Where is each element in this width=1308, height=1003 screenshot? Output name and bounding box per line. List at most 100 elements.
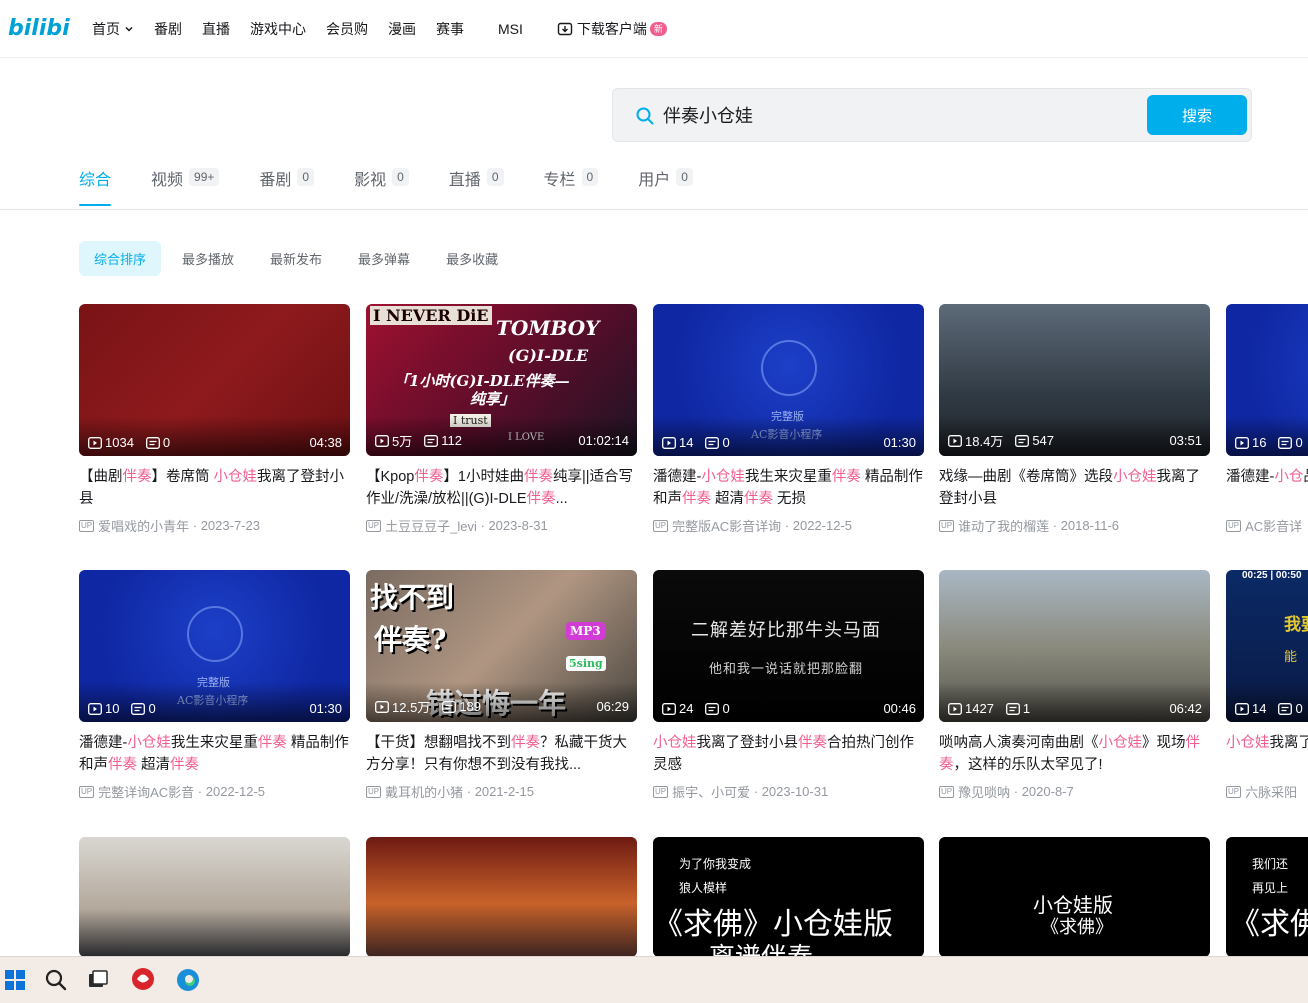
author-name[interactable]: 戴耳机的小猪 — [385, 782, 463, 801]
tab-video[interactable]: 视频 99+ — [151, 166, 220, 206]
video-title[interactable]: 小仓娃我离了段伴奏来啦 — [1226, 732, 1308, 776]
play-count-icon — [88, 436, 102, 449]
video-card[interactable]: 00:25 | 00:50 我要能 14 0 小仓娃我离了段伴奏来啦 UP六脉采阳 — [1226, 570, 1308, 801]
video-title[interactable]: 小仓娃我离了登封小县伴奏合拍热门创作灵感 — [653, 732, 925, 776]
video-thumbnail[interactable]: 1034 0 04:38 — [79, 304, 350, 456]
meta-separator: · — [463, 784, 475, 799]
video-card[interactable]: 小仓娃版 《求佛》 — [939, 837, 1211, 957]
video-title[interactable]: 【Kpop伴奏】1小时娃曲伴奏纯享||适合写作业/洗澡/放松||(G)I-DLE… — [366, 466, 638, 510]
task-view-icon[interactable] — [83, 965, 113, 995]
author-name[interactable]: 完整详询AC影音 — [98, 782, 194, 801]
sort-newest[interactable]: 最新发布 — [255, 241, 337, 276]
nav-game-center[interactable]: 游戏中心 — [250, 19, 306, 39]
taskbar-search-icon[interactable] — [41, 965, 71, 995]
nav-msi[interactable]: MSI — [498, 21, 523, 37]
nav-manga[interactable]: 漫画 — [388, 19, 416, 39]
publish-date: 2023-7-23 — [200, 518, 260, 533]
tab-all[interactable]: 综合 — [79, 166, 112, 206]
bilibili-logo[interactable]: bilibili — [8, 10, 70, 44]
author-name[interactable]: 六脉采阳 — [1245, 782, 1297, 801]
video-card[interactable]: 完整版AC影音小程序14001:30 潘德建-小仓娃我生来灾星重伴奏 精品制作和声… — [653, 304, 925, 535]
nav-anime[interactable]: 番剧 — [154, 19, 182, 39]
video-thumbnail[interactable] — [79, 837, 350, 957]
meta-separator: · — [194, 784, 206, 799]
video-thumbnail[interactable]: 1427 1 06:42 — [939, 570, 1210, 722]
video-thumbnail[interactable]: 小仓娃版 《求佛》 — [939, 837, 1210, 957]
thumbnail-text: 我们还 — [1252, 857, 1289, 871]
video-card[interactable]: 18.4万 547 03:51 戏缘—曲剧《卷席筒》选段小仓娃我离了登封小县 UP 谁动了… — [939, 304, 1211, 535]
tab-article[interactable]: 专栏 0 — [544, 166, 599, 206]
author-name[interactable]: 土豆豆豆子_levi — [385, 516, 477, 535]
video-thumbnail[interactable]: 我们还 再见上 《求佛 — [1226, 837, 1308, 957]
video-title[interactable]: 潘德建-小仓娃我生来灾星重伴奏 精品制作和声伴奏 超清伴奏 无损 — [653, 466, 925, 510]
nav-home[interactable]: 首页 — [92, 19, 134, 39]
tab-bangumi[interactable]: 番剧 0 — [259, 166, 315, 206]
thumbnail-text: 5sing — [566, 656, 606, 671]
video-card[interactable]: 为了你我变成狼人模样《求佛》小仓娃版离谱伴奏 — [653, 837, 925, 957]
up-icon: UP — [1226, 785, 1242, 798]
video-title[interactable]: 戏缘—曲剧《卷席筒》选段小仓娃我离了登封小县 — [939, 466, 1211, 510]
tab-film[interactable]: 影视 0 — [354, 166, 409, 206]
author-name[interactable]: 完整版AC影音详询 — [672, 516, 781, 535]
sort-default[interactable]: 综合排序 — [79, 241, 162, 276]
thumbnail-text: 他和我一说话就把那脸翻 — [709, 662, 864, 677]
video-title[interactable]: 【曲剧伴奏】卷席筒 小仓娃我离了登封小县 — [79, 466, 351, 510]
nav-esports[interactable]: 赛事 — [436, 19, 464, 39]
video-thumbnail[interactable]: 二解差好比那牛头马面 他和我一说话就把那脸翻 24 0 00:46 — [653, 570, 924, 722]
video-thumbnail[interactable]: I NEVER DiE TOMBOY (G)I-DLE 「1小时(G)I-DLE伴奏—… — [366, 304, 637, 456]
video-thumbnail[interactable] — [366, 837, 637, 957]
tab-live[interactable]: 直播 0 — [449, 166, 504, 206]
video-title[interactable]: 唢呐高人演奏河南曲剧《小仓娃》现场伴奏，这样的乐队太罕见了! — [939, 732, 1211, 776]
sort-most-favorites[interactable]: 最多收藏 — [431, 241, 513, 276]
play-count: 14 — [1235, 701, 1266, 716]
video-card[interactable] — [79, 837, 351, 957]
video-thumbnail[interactable]: 00:25 | 00:50 我要能 14 0 — [1226, 570, 1308, 722]
title-segment: 伴奏 — [744, 491, 774, 507]
video-card[interactable]: I NEVER DiE TOMBOY (G)I-DLE 「1小时(G)I-DLE伴奏—… — [366, 304, 638, 535]
video-thumbnail[interactable]: 为了你我变成狼人模样《求佛》小仓娃版离谱伴奏 — [653, 837, 924, 957]
video-meta: UP AC影音详 — [1226, 516, 1308, 535]
author-name[interactable]: 谁动了我的榴莲 — [958, 516, 1049, 535]
video-title[interactable]: 【干货】想翻唱找不到伴奏？私藏干货大方分享！只有你想不到没有我找... — [366, 732, 638, 776]
tab-user[interactable]: 用户 0 — [638, 166, 693, 206]
video-thumbnail[interactable]: 完整版AC影音小程序10001:30 — [79, 570, 350, 722]
search-button[interactable]: 搜索 — [1147, 95, 1247, 135]
tab-label: 影视 — [354, 172, 387, 189]
sort-most-danmaku[interactable]: 最多弹幕 — [343, 241, 425, 276]
sort-most-played[interactable]: 最多播放 — [167, 241, 249, 276]
video-card[interactable]: 1034 0 04:38 【曲剧伴奏】卷席筒 小仓娃我离了登封小县 UP 爱唱戏的小青年 … — [79, 304, 351, 535]
video-title[interactable]: 潘德建-小仓娃我生来灾星重伴奏 精品制作和声伴奏 超清伴奏 — [79, 732, 351, 776]
title-segment: 伴奏 — [511, 735, 540, 751]
title-segment: 伴奏 — [122, 469, 152, 485]
author-name[interactable]: 爱唱戏的小青年 — [98, 516, 189, 535]
author-name[interactable]: 振宇、小可爱 — [672, 782, 750, 801]
video-duration: 01:30 — [883, 435, 916, 450]
nav-home-label: 首页 — [92, 21, 120, 37]
app-icon-red[interactable] — [128, 965, 158, 995]
edge-browser-icon[interactable] — [173, 965, 203, 995]
danmaku-count: 112 — [424, 433, 462, 448]
video-thumbnail[interactable]: 18.4万 547 03:51 — [939, 304, 1210, 456]
video-meta: UP 爱唱戏的小青年 · 2023-7-23 — [79, 516, 351, 535]
search-input[interactable] — [663, 99, 1133, 131]
author-name[interactable]: 豫见唢呐 — [958, 782, 1010, 801]
publish-date: 2020-8-7 — [1021, 784, 1074, 799]
nav-download-client[interactable]: 下载客户端 新 — [557, 19, 667, 39]
video-card[interactable]: 1427 1 06:42 唢呐高人演奏河南曲剧《小仓娃》现场伴奏，这样的乐队太罕见了!… — [939, 570, 1211, 801]
video-card[interactable]: 我们还 再见上 《求佛 — [1226, 837, 1308, 957]
play-count: 1034 — [88, 435, 134, 450]
video-thumbnail[interactable]: 找不到伴奏?错过悔一年MP35sing12.5万18906:29 — [366, 570, 637, 722]
nav-member-shop[interactable]: 会员购 — [326, 19, 368, 39]
windows-start-icon[interactable] — [0, 965, 30, 995]
video-card[interactable]: 完整版AC影音小程序10001:30 潘德建-小仓娃我生来灾星重伴奏 精品制作和声… — [79, 570, 351, 801]
video-thumbnail[interactable]: 完整版AC影音小程序14001:30 — [653, 304, 924, 456]
video-card[interactable] — [366, 837, 638, 957]
author-name[interactable]: AC影音详 — [1245, 516, 1302, 535]
video-card[interactable]: 找不到伴奏?错过悔一年MP35sing12.5万18906:29 【干货】想翻唱找… — [366, 570, 638, 801]
video-title[interactable]: 潘德建-小仓品制作纯伴 — [1226, 466, 1308, 510]
video-card[interactable]: 16 0 潘德建-小仓品制作纯伴 UPAC影音详 — [1226, 304, 1308, 535]
video-card[interactable]: 二解差好比那牛头马面 他和我一说话就把那脸翻 24 0 00:46 小仓娃我离了登封小县伴… — [653, 570, 925, 801]
title-segment: 我离了 — [1269, 735, 1308, 751]
nav-live[interactable]: 直播 — [202, 19, 230, 39]
video-thumbnail[interactable]: 16 0 — [1226, 304, 1308, 456]
